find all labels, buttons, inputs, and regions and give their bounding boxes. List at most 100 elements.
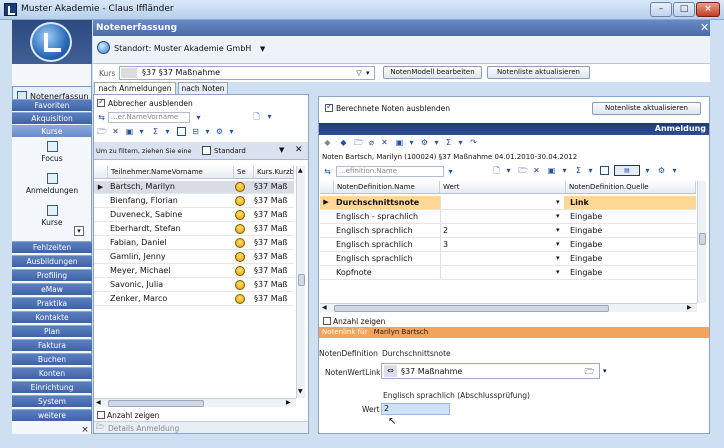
grade-wert-input[interactable] — [440, 266, 564, 279]
grades-sum-dropdown-icon[interactable]: ▾ — [456, 138, 465, 147]
grades-open-folder-icon[interactable]: 🗁 — [354, 138, 364, 147]
notenwertlink-dropdown-icon[interactable]: ▾ — [603, 367, 607, 375]
notenwertlink-folder-icon[interactable]: 🗁 — [582, 366, 597, 377]
sidebar-close-icon[interactable]: × — [80, 425, 90, 435]
save-dropdown-icon[interactable]: ▾ — [137, 127, 146, 136]
layout-grid-icon[interactable] — [177, 127, 186, 136]
table-row[interactable]: Fabian, Daniel §37 Maß — [94, 237, 294, 250]
table-row[interactable]: Gamlin, Jenny §37 Maß — [94, 251, 294, 264]
grades-settings-dropdown-icon[interactable]: ▾ — [432, 138, 441, 147]
grade-wert-dropdown-icon[interactable]: ▾ — [556, 196, 560, 209]
new-dropdown-icon[interactable]: ▾ — [265, 112, 274, 121]
grades-layout-icon[interactable] — [600, 166, 609, 175]
first-record-icon[interactable]: ◆ — [323, 138, 332, 147]
col-notendefinition-name[interactable]: NotenDefinition.Name — [334, 181, 440, 194]
sum-icon[interactable]: Σ — [151, 127, 160, 136]
sidebar-scroll-down-icon[interactable]: ▾ — [74, 226, 84, 236]
berechnete-noten-checkbox[interactable] — [325, 102, 333, 112]
grades-view-settings-icon[interactable]: ⚙ — [657, 166, 666, 175]
grades-delete2-icon[interactable]: ✕ — [532, 166, 541, 175]
grades-filter-input[interactable]: ...efinition.Name — [336, 166, 444, 177]
scroll-left-icon[interactable]: ◀ — [96, 399, 101, 406]
col-se[interactable]: Se — [234, 166, 254, 179]
nav-ausbildungen[interactable]: Ausbildungen — [12, 255, 92, 267]
attach-icon[interactable]: ⌀ — [367, 138, 376, 147]
nav-plan[interactable]: Plan — [12, 325, 92, 337]
nav-weitere[interactable]: weitere — [12, 409, 92, 421]
table-row[interactable]: Englisch sprachlich 2 ▾ Eingabe — [320, 224, 696, 238]
table-row[interactable]: Englisch sprachlich 3 ▾ Eingabe — [320, 238, 696, 252]
nav-kontakte[interactable]: Kontakte — [12, 311, 92, 323]
participant-filter-input[interactable]: ...er.NameVorname — [108, 112, 190, 123]
table-row[interactable]: Englisch - sprachlich ▾ Eingabe — [320, 210, 696, 224]
grades-hscroll-thumb[interactable] — [334, 305, 609, 312]
table-row[interactable]: Eberhardt, Stefan §37 Maß — [94, 223, 294, 236]
delete-icon[interactable]: ✕ — [111, 127, 120, 136]
nav-emaw[interactable]: eMaw — [12, 283, 92, 295]
grades-settings-icon[interactable]: ⚙ — [420, 138, 429, 147]
group-standard-label[interactable]: Standard — [214, 147, 246, 155]
grades-new-dropdown-icon[interactable]: ▾ — [504, 166, 513, 175]
participants-horizontal-scrollbar[interactable]: ◀ ▶ — [94, 398, 296, 407]
scroll-right-icon[interactable]: ▶ — [286, 399, 291, 406]
kurs-select[interactable]: §37 §37 Maßnahme ▽ ▾ — [119, 66, 375, 80]
table-row[interactable]: Meyer, Michael §37 Maß — [94, 265, 294, 278]
notenliste-aktualisieren-top-button[interactable]: Notenliste aktualisieren — [487, 66, 590, 79]
nav-buchen[interactable]: Buchen — [12, 353, 92, 365]
notenmodell-bearbeiten-button[interactable]: NotenModell bearbeiten — [383, 66, 482, 79]
nav-kurse[interactable]: Kurse — [12, 125, 92, 137]
next-record-icon[interactable]: ◆ — [339, 138, 348, 147]
grades-new-icon[interactable]: 🗋 — [492, 166, 501, 175]
grades-scroll-right-icon[interactable]: ▶ — [687, 304, 692, 311]
table-row[interactable]: ▶ Durchschnittsnote ▾ Link — [320, 196, 696, 210]
participants-hscroll-thumb[interactable] — [108, 400, 204, 407]
maximize-button[interactable]: □ — [673, 2, 695, 17]
table-row[interactable]: Zenker, Marco §37 Maß — [94, 293, 294, 306]
grades-save-icon[interactable]: ▣ — [395, 138, 404, 147]
grades-save2-dropdown-icon[interactable]: ▾ — [560, 166, 569, 175]
nav-praktika[interactable]: Praktika — [12, 297, 92, 309]
grade-wert-input[interactable] — [440, 196, 564, 209]
nav-einrichtung[interactable]: Einrichtung — [12, 381, 92, 393]
redo-icon[interactable]: ↷ — [469, 138, 478, 147]
sum-dropdown-icon[interactable]: ▾ — [163, 127, 172, 136]
participants-anzahl-checkbox[interactable] — [97, 411, 105, 419]
grades-folder-icon[interactable]: 🗁 — [518, 166, 528, 175]
table-row[interactable]: ▶ Bartsch, Marilyn §37 Maß — [94, 181, 294, 194]
nav-sub-kurse[interactable]: Kurse — [12, 202, 92, 228]
save-icon[interactable]: ▣ — [125, 127, 134, 136]
nav-sub-focus[interactable]: Focus — [12, 138, 92, 164]
grade-wert-dropdown-icon[interactable]: ▾ — [556, 252, 560, 265]
grades-delete-icon[interactable]: ✕ — [380, 138, 389, 147]
table-row[interactable]: Savonic, Julia §37 Maß — [94, 279, 294, 292]
nav-favoriten[interactable]: Favoriten — [12, 99, 92, 111]
col-wert[interactable]: Wert — [440, 181, 566, 194]
grades-vertical-scrollbar[interactable] — [697, 181, 706, 303]
grades-filter-dropdown-icon[interactable]: ▾ — [446, 167, 455, 176]
grades-scroll-left-icon[interactable]: ◀ — [322, 304, 327, 311]
grades-save-dropdown-icon[interactable]: ▾ — [407, 138, 416, 147]
grades-layout-dropdown-icon[interactable]: ▾ — [643, 166, 652, 175]
grade-wert-dropdown-icon[interactable]: ▾ — [556, 266, 560, 279]
settings-icon[interactable]: ⚙ — [215, 127, 224, 136]
nav-faktura[interactable]: Faktura — [12, 339, 92, 351]
open-folder-icon[interactable]: 🗁 — [97, 127, 107, 136]
participants-vscroll-thumb[interactable] — [298, 274, 305, 286]
nav-system[interactable]: System — [12, 395, 92, 407]
grades-sum-icon[interactable]: Σ — [444, 138, 453, 147]
standort-dropdown-icon[interactable]: ▼ — [260, 45, 265, 53]
grades-format-icon[interactable]: ▤ — [614, 165, 640, 176]
group-close-icon[interactable]: ✕ — [295, 145, 303, 155]
settings-dropdown-icon[interactable]: ▾ — [227, 127, 236, 136]
grades-anzahl-checkbox[interactable] — [323, 317, 331, 325]
grades-save2-icon[interactable]: ▣ — [547, 166, 556, 175]
standort-selector[interactable]: Standort: Muster Akademie GmbH ▼ — [114, 44, 265, 53]
grade-wert-input[interactable] — [440, 252, 564, 265]
grade-wert-dropdown-icon[interactable]: ▾ — [556, 238, 560, 251]
kurs-dropdown-icon[interactable]: ▽ — [354, 67, 364, 79]
close-window-button[interactable]: × — [696, 2, 720, 17]
col-teilnehmer-name[interactable]: Teilnehmer.NameVorname — [108, 166, 234, 179]
nav-profiling[interactable]: Profiling — [12, 269, 92, 281]
minimize-button[interactable]: – — [650, 2, 672, 17]
nav-fehlzeiten[interactable]: Fehlzeiten — [12, 241, 92, 253]
